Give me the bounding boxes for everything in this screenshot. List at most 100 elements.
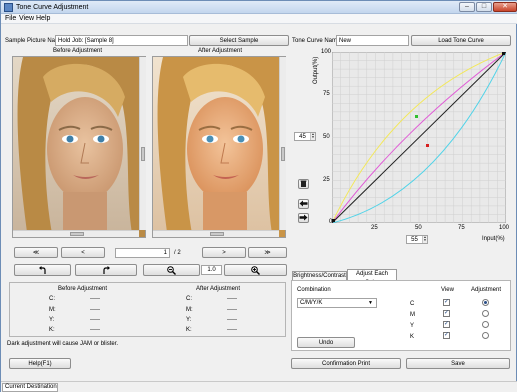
end-control-point[interactable] (502, 52, 505, 55)
menu-bar: File View Help (1, 14, 517, 24)
view-k-checkbox[interactable]: ✓ (443, 332, 450, 339)
x-tick-75: 75 (458, 225, 465, 231)
undo-button[interactable]: Undo (297, 337, 355, 348)
rotate-right-icon (103, 265, 110, 274)
before-preview-image (12, 56, 146, 238)
next-page-button[interactable]: > (202, 247, 246, 258)
after-portrait (153, 57, 285, 237)
x-tick-25: 25 (371, 225, 378, 231)
start-control-point[interactable] (332, 219, 335, 222)
combination-selected: C/M/Y/K (300, 300, 323, 306)
table-row-c-after: ----- (227, 296, 237, 302)
view-m-checkbox[interactable]: ✓ (443, 310, 450, 317)
page-total-label: / 2 (174, 250, 181, 256)
last-page-button[interactable]: ≫ (248, 247, 287, 258)
input-spin-arrows-icon[interactable]: ▲ ▼ (422, 236, 427, 243)
tone-curve-window: Tone Curve Adjustment – □ ✕ File View He… (0, 0, 517, 392)
title-bar: Tone Curve Adjustment – □ ✕ (1, 1, 517, 14)
table-row-y-label: Y: (49, 317, 55, 323)
rotate-right-button[interactable] (75, 264, 137, 276)
menu-file[interactable]: File (5, 15, 16, 22)
zoom-out-button[interactable] (143, 264, 200, 276)
table-row-m-after-label: M: (186, 307, 193, 313)
channel-k-label: K (410, 334, 415, 340)
table-row-m-label: M: (49, 307, 56, 313)
maximize-button[interactable]: □ (476, 2, 492, 12)
app-icon (4, 3, 13, 12)
move-point-left-button[interactable] (298, 199, 309, 209)
select-sample-button[interactable]: Select Sample (189, 35, 289, 46)
minimize-button[interactable]: – (459, 2, 475, 12)
save-button[interactable]: Save (406, 358, 510, 369)
output-value-text: 45 (299, 133, 306, 140)
trash-icon (300, 180, 307, 187)
rotate-left-button[interactable] (14, 264, 71, 276)
adjust-k-radio[interactable] (482, 332, 489, 339)
adjust-c-radio[interactable] (482, 299, 489, 306)
output-value-spinner[interactable]: 45 ▲ ▼ (294, 132, 316, 141)
output-spin-arrows-icon[interactable]: ▲ ▼ (310, 133, 315, 140)
arrow-right-icon (299, 214, 308, 221)
combination-label: Combination (297, 287, 331, 293)
table-before-header: Before Adjustment (58, 286, 108, 292)
green-control-point[interactable] (415, 115, 418, 118)
confirmation-print-button[interactable]: Confirmation Print (291, 358, 401, 369)
close-button[interactable]: ✕ (493, 2, 517, 12)
adjust-y-radio[interactable] (482, 321, 489, 328)
zoom-level-field[interactable]: 1.0 (201, 265, 222, 275)
table-row-c-after-label: C: (186, 296, 192, 302)
table-row-m-after: ----- (227, 307, 237, 313)
table-row-k-after: ----- (227, 327, 237, 333)
table-row-c-label: C: (49, 296, 55, 302)
combination-dropdown[interactable]: C/M/Y/K ▼ (297, 298, 377, 308)
tone-curve-graph[interactable] (332, 52, 506, 223)
move-point-right-button[interactable] (298, 213, 309, 223)
channel-c-label: C (410, 301, 415, 307)
menu-view[interactable]: View (19, 15, 34, 22)
after-preview-image (152, 56, 286, 238)
view-header: View (441, 287, 454, 293)
before-adjustment-label: Before Adjustment (53, 48, 103, 54)
input-value-spinner[interactable]: 55 ▲ ▼ (406, 235, 428, 244)
output-axis-label: Output(%) (313, 56, 319, 84)
delete-point-button[interactable] (298, 179, 309, 189)
table-row-k-label: K: (49, 327, 55, 333)
window-title: Tone Curve Adjustment (16, 4, 89, 11)
red-control-point[interactable] (426, 144, 429, 147)
table-row-k-after-label: K: (186, 327, 192, 333)
channel-y-label: Y (410, 323, 415, 329)
before-portrait (13, 57, 145, 237)
help-button[interactable]: Help(F1) (9, 358, 71, 369)
input-value-text: 55 (411, 236, 418, 243)
input-axis-label: Input(%) (482, 236, 505, 242)
zoom-in-button[interactable] (224, 264, 287, 276)
first-page-button[interactable]: ≪ (14, 247, 58, 258)
arrow-left-icon (299, 200, 308, 207)
page-current-field[interactable]: 1 (115, 248, 170, 258)
menu-help[interactable]: Help (36, 15, 50, 22)
zoom-out-icon (167, 265, 176, 275)
after-adjustment-label: After Adjustment (198, 48, 243, 54)
channel-m-label: M (410, 312, 415, 318)
status-bar: Current Destination (1, 381, 517, 392)
after-vertical-scrollbar[interactable] (279, 57, 286, 230)
view-c-checkbox[interactable]: ✓ (443, 299, 450, 306)
after-horizontal-scrollbar[interactable] (153, 230, 279, 237)
view-y-checkbox[interactable]: ✓ (443, 321, 450, 328)
y-tick-25: 25 (323, 177, 330, 183)
chevron-down-icon: ▼ (368, 300, 373, 306)
table-row-y-after: ----- (227, 317, 237, 323)
before-horizontal-scrollbar[interactable] (13, 230, 139, 237)
y-tick-100: 100 (321, 49, 332, 55)
load-tone-curve-button[interactable]: Load Tone Curve (411, 35, 511, 46)
table-row-y-before: ----- (90, 317, 100, 323)
before-vertical-scrollbar[interactable] (139, 57, 146, 230)
jam-warning-text: Dark adjustment will cause JAM or bliste… (7, 341, 119, 347)
sample-picture-field[interactable]: Hold Job: [Sample 8] (55, 35, 188, 46)
tone-curve-name-label: Tone Curve Name (292, 38, 341, 44)
tone-curve-name-field[interactable]: New (336, 35, 409, 46)
table-row-m-before: ----- (90, 307, 100, 313)
zoom-in-icon (251, 265, 260, 275)
prev-page-button[interactable]: < (61, 247, 105, 258)
adjust-m-radio[interactable] (482, 310, 489, 317)
